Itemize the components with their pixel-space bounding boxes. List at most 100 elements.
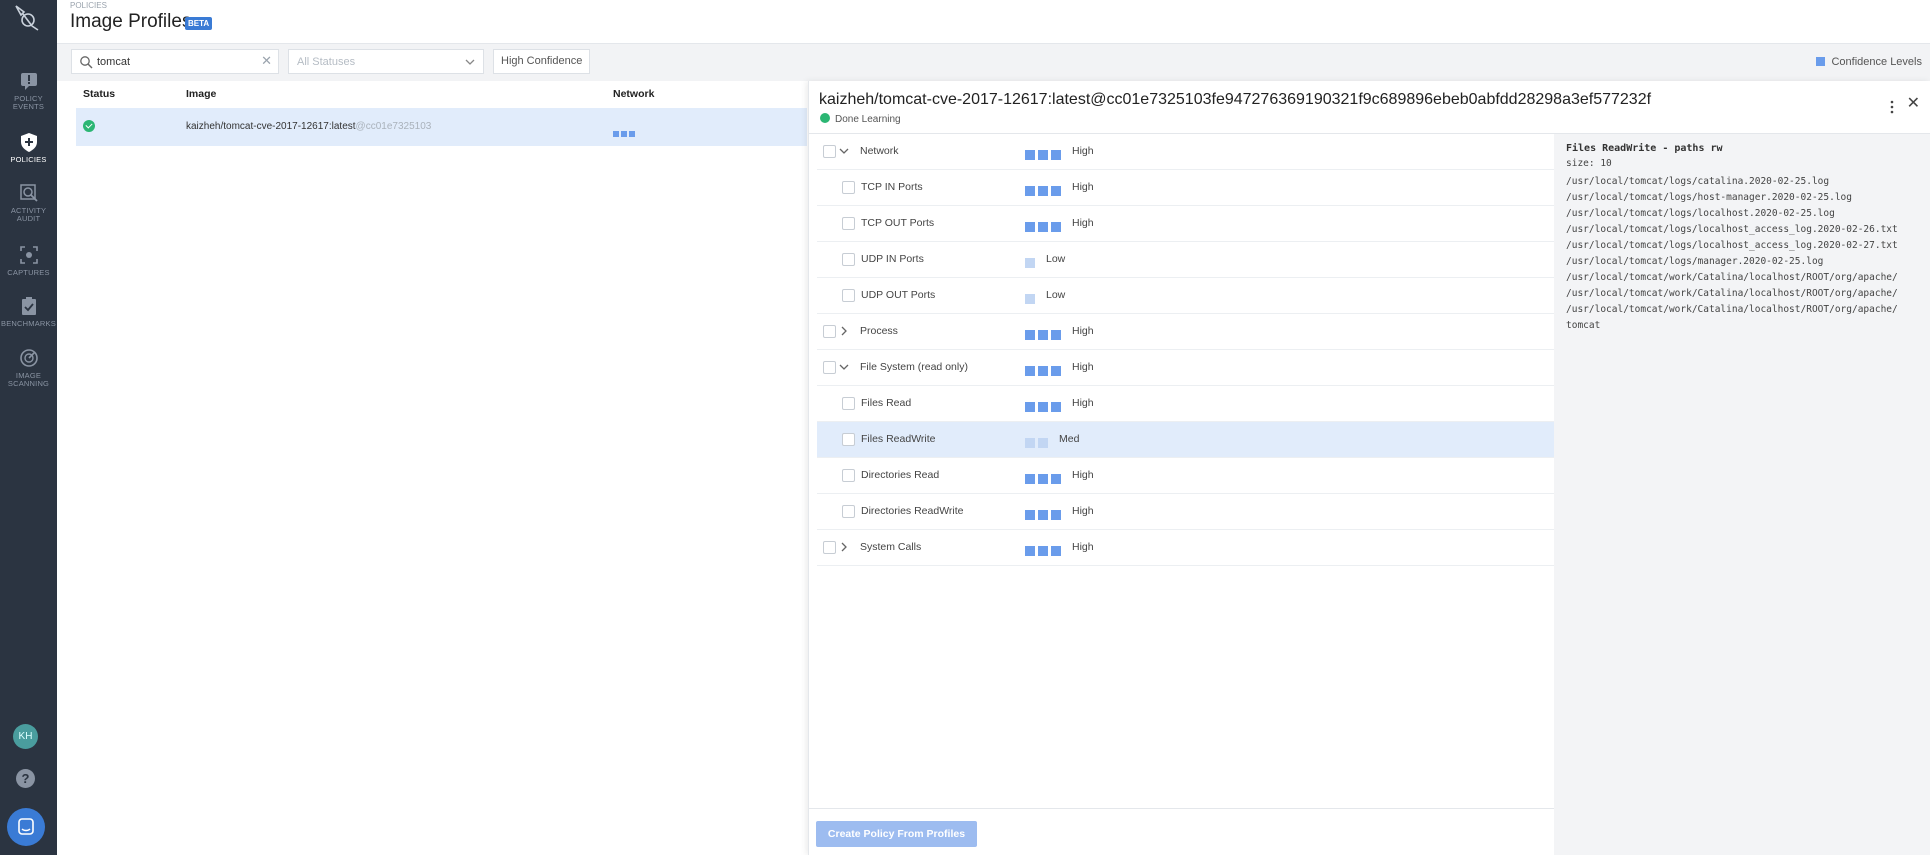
avatar[interactable]: KH: [13, 724, 38, 749]
profile-row[interactable]: System Calls High: [817, 530, 1562, 566]
table-row[interactable]: kaizheh/tomcat-cve-2017-12617:latest@cc0…: [76, 108, 807, 146]
confidence-level: High: [1072, 469, 1094, 481]
create-policy-button[interactable]: Create Policy From Profiles: [816, 821, 977, 847]
close-icon[interactable]: ✕: [1907, 96, 1920, 112]
row-checkbox[interactable]: [842, 433, 855, 446]
confidence-bars: [1025, 255, 1038, 273]
sidebar-item-label: BENCHMARKS: [1, 319, 56, 328]
network-confidence-bars: [613, 124, 637, 142]
confidence-bars: [1025, 363, 1064, 381]
profile-row[interactable]: Network High: [817, 134, 1562, 170]
breadcrumb[interactable]: POLICIES: [70, 1, 107, 10]
confidence-bars: [1025, 147, 1064, 165]
confidence-level: High: [1072, 325, 1094, 337]
confidence-level: High: [1072, 541, 1094, 553]
row-checkbox[interactable]: [823, 145, 836, 158]
row-label: Files ReadWrite: [861, 433, 936, 445]
confidence-bars: [1025, 471, 1064, 489]
confidence-bars: [1025, 543, 1064, 561]
chevron-down-icon[interactable]: [839, 361, 849, 373]
beta-badge: BETA: [185, 17, 213, 30]
sidebar-item-image-scanning[interactable]: IMAGE SCANNING: [0, 347, 57, 388]
confidence-level: Low: [1046, 253, 1066, 265]
row-checkbox[interactable]: [842, 469, 855, 482]
file-path: /usr/local/tomcat/logs/manager.2020-02-2…: [1566, 256, 1824, 267]
confidence-level: High: [1072, 505, 1094, 517]
sidebar-item-captures[interactable]: CAPTURES: [0, 244, 57, 277]
profile-row[interactable]: File System (read only) High: [817, 350, 1562, 386]
legend-label: Confidence Levels: [1831, 56, 1922, 68]
row-checkbox[interactable]: [842, 505, 855, 518]
profile-row[interactable]: Process High: [817, 314, 1562, 350]
search-icon: [19, 184, 38, 202]
search-icon: [80, 56, 93, 69]
chat-button[interactable]: [7, 808, 45, 846]
panel-title: kaizheh/tomcat-cve-2017-12617:latest@cc0…: [819, 91, 1652, 108]
profile-row[interactable]: Directories ReadWrite High: [817, 494, 1562, 530]
confidence-bars: [1025, 219, 1064, 237]
profile-row[interactable]: Directories Read High: [817, 458, 1562, 494]
status-select[interactable]: All Statuses: [288, 49, 484, 74]
confidence-level: High: [1072, 181, 1094, 193]
row-checkbox[interactable]: [842, 289, 855, 302]
filter-bar: ✕ All Statuses High Confidence Confidenc…: [57, 44, 1930, 81]
chevron-down-icon[interactable]: [839, 145, 849, 157]
chat-icon: [18, 818, 34, 835]
row-checkbox[interactable]: [823, 361, 836, 374]
confidence-bars: [1025, 183, 1064, 201]
chevron-down-icon: [465, 59, 475, 65]
sidebar-item-activity-audit[interactable]: ACTIVITY AUDIT: [0, 182, 57, 223]
more-vertical-icon[interactable]: [1890, 100, 1894, 114]
confidence-level: High: [1072, 217, 1094, 229]
column-status[interactable]: Status: [83, 88, 115, 100]
chevron-right-icon[interactable]: [839, 541, 849, 553]
profile-row[interactable]: UDP IN Ports Low: [817, 242, 1562, 278]
confidence-level: High: [1072, 397, 1094, 409]
search-box[interactable]: ✕: [71, 49, 279, 74]
profile-row[interactable]: UDP OUT Ports Low: [817, 278, 1562, 314]
confidence-bars: [1025, 435, 1051, 453]
column-network[interactable]: Network: [613, 88, 654, 100]
sidebar-item-policy-events[interactable]: POLICY EVENTS: [0, 70, 57, 111]
row-label: TCP OUT Ports: [861, 217, 935, 229]
logo-icon[interactable]: [10, 2, 42, 34]
sidebar-item-policies[interactable]: POLICIES: [0, 131, 57, 164]
files-size: size: 10: [1566, 158, 1612, 169]
shield-plus-icon: [20, 133, 37, 152]
search-input[interactable]: [97, 54, 257, 70]
row-checkbox[interactable]: [823, 325, 836, 338]
row-checkbox[interactable]: [842, 253, 855, 266]
column-image[interactable]: Image: [186, 88, 216, 100]
row-checkbox[interactable]: [842, 217, 855, 230]
row-label: File System (read only): [860, 361, 968, 373]
file-path: /usr/local/tomcat/work/Catalina/localhos…: [1566, 272, 1898, 283]
row-label: Files Read: [861, 397, 912, 409]
high-confidence-button[interactable]: High Confidence: [493, 49, 591, 74]
file-path: /usr/local/tomcat/work/Catalina/localhos…: [1566, 288, 1898, 299]
row-label: Directories ReadWrite: [861, 505, 964, 517]
file-path: /usr/local/tomcat/logs/localhost.2020-02…: [1566, 208, 1835, 219]
file-path: /usr/local/tomcat/logs/catalina.2020-02-…: [1566, 176, 1830, 187]
help-icon[interactable]: ?: [16, 769, 35, 788]
image-name: kaizheh/tomcat-cve-2017-12617:latest@cc0…: [186, 121, 432, 132]
profile-row[interactable]: TCP OUT Ports High: [817, 206, 1562, 242]
sidebar-item-benchmarks[interactable]: BENCHMARKS: [0, 295, 57, 328]
chevron-right-icon[interactable]: [839, 325, 849, 337]
profile-row[interactable]: Files ReadWrite Med: [817, 422, 1562, 458]
profile-row[interactable]: TCP IN Ports High: [817, 170, 1562, 206]
confidence-bars: [1025, 507, 1064, 525]
row-label: System Calls: [860, 541, 922, 553]
file-path: /usr/local/tomcat/work/Catalina/localhos…: [1566, 304, 1898, 315]
row-checkbox[interactable]: [842, 397, 855, 410]
profile-row[interactable]: Files Read High: [817, 386, 1562, 422]
row-checkbox[interactable]: [823, 541, 836, 554]
confidence-level: Med: [1059, 433, 1080, 445]
confidence-level: High: [1072, 145, 1094, 157]
clear-search-icon[interactable]: ✕: [261, 54, 272, 68]
row-checkbox[interactable]: [842, 181, 855, 194]
table-header: Status Image Network: [76, 85, 807, 107]
sidebar-item-label: IMAGE SCANNING: [7, 371, 50, 388]
page-title: Image Profiles: [70, 11, 192, 32]
confidence-levels-legend[interactable]: Confidence Levels: [1816, 56, 1922, 68]
sidebar: POLICY EVENTS POLICIES ACTIVITY AUDIT CA…: [0, 0, 57, 855]
